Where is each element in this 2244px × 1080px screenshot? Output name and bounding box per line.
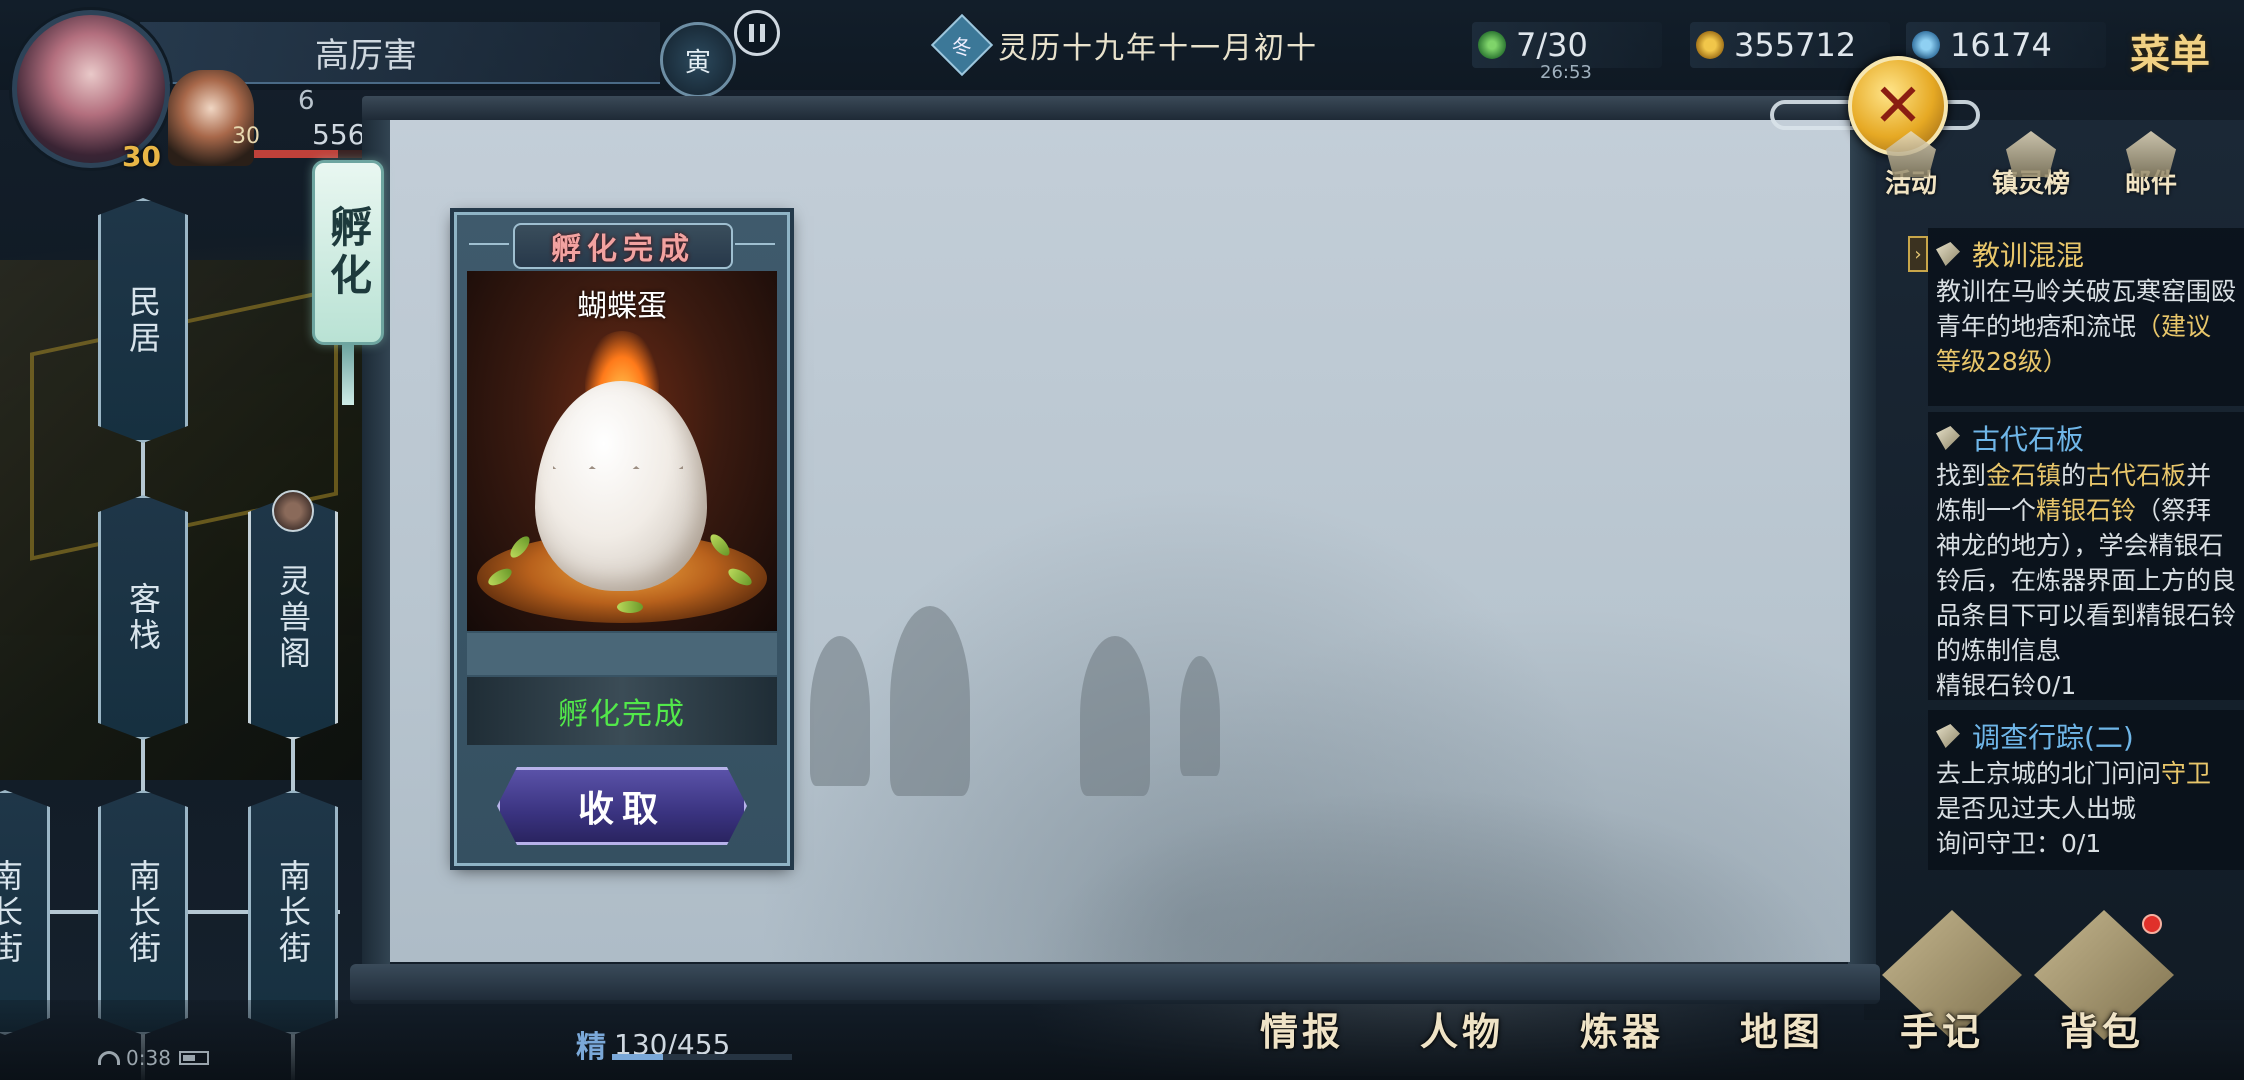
quest-description: 去上京城的北门问问守卫是否见过夫人出城 xyxy=(1936,759,2212,823)
stamina-timer: 26:53 xyxy=(1540,62,1592,83)
location-label: 南长街 xyxy=(124,858,162,967)
quest-item[interactable]: 古代石板 找到金石镇的古代石板并炼制一个精银石铃（祭拜神龙的地方），学会精银石铃… xyxy=(1928,412,2244,700)
ink-tree xyxy=(1080,636,1150,796)
quest-collapse-arrow[interactable]: › xyxy=(1908,236,1928,272)
location-minju[interactable]: 民居 xyxy=(98,198,188,443)
status-time: 0:38 xyxy=(126,1046,171,1070)
location-label: 客栈 xyxy=(124,581,162,654)
nav-forge[interactable]: 炼器 xyxy=(1569,998,1711,1058)
quest-progress: 精银石铃0/1 xyxy=(1936,671,2077,700)
quest-item[interactable]: 调查行踪(二) 去上京城的北门问问守卫是否见过夫人出城 询问守卫：0/1 xyxy=(1928,710,2244,870)
activity-icon xyxy=(1886,131,1936,177)
collect-button[interactable]: 收取 xyxy=(497,767,747,845)
notification-dot xyxy=(2142,914,2162,934)
collect-button-label: 收取 xyxy=(577,788,666,830)
tab-incubation-label: 孵化 xyxy=(323,204,373,301)
player-name: 高厉害 xyxy=(315,36,417,76)
quest-item[interactable]: 教训混混 教训在马岭关破瓦寒窑围殴青年的地痞和流氓（建议等级28级） xyxy=(1928,228,2244,406)
coin-icon xyxy=(1696,31,1724,59)
ranking-button[interactable]: 镇灵榜 xyxy=(1986,120,2076,200)
ink-tree xyxy=(890,606,970,796)
egg-icon xyxy=(535,381,707,591)
nav-bag[interactable]: 背包 xyxy=(2049,998,2191,1058)
hp-bar xyxy=(254,150,374,158)
activity-button[interactable]: 活动 xyxy=(1866,120,1956,200)
quest-icon xyxy=(1936,724,1960,748)
nav-notes[interactable]: 手记 xyxy=(1889,998,2031,1058)
scroll-rod-top xyxy=(362,96,1870,120)
map-connector xyxy=(141,440,145,500)
calendar-date: 冬 灵历十九年十一月初十 xyxy=(930,13,1318,77)
quest-progress: 询问守卫：0/1 xyxy=(1936,829,2102,858)
pause-button[interactable] xyxy=(734,10,780,56)
date-text: 灵历十九年十一月初十 xyxy=(998,31,1318,66)
quest-icon xyxy=(1936,426,1960,450)
stamina-value: 7/30 xyxy=(1516,26,1588,64)
npc-portrait-icon xyxy=(272,490,314,532)
hatch-status: 孵化完成 xyxy=(558,697,686,732)
location-nanchangjie-mid[interactable]: 南长街 xyxy=(98,790,188,1035)
location-label: 民居 xyxy=(124,284,162,357)
quest-icon xyxy=(1936,242,1960,266)
title-flourish xyxy=(735,243,775,245)
nav-map[interactable]: 地图 xyxy=(1729,998,1871,1058)
coins-value: 355712 xyxy=(1734,26,1857,64)
quest-title: 古代石板 xyxy=(1972,423,2085,456)
coins-counter[interactable]: 355712 xyxy=(1690,22,1890,68)
card-title: 孵化完成 xyxy=(551,232,695,267)
title-flourish xyxy=(469,243,509,245)
wifi-icon xyxy=(98,1051,120,1065)
pagoda-icon xyxy=(2006,131,2056,177)
battery-icon xyxy=(178,1051,209,1065)
spirit-stone-value: 16174 xyxy=(1950,26,2052,64)
location-nanchangjie-right[interactable]: 南长街 xyxy=(248,790,338,1035)
pet-egg-image: 蝴蝶蛋 xyxy=(467,271,777,631)
stamina-icon xyxy=(1478,31,1506,59)
device-status: 0:38 xyxy=(98,1046,209,1070)
location-label: 南长街 xyxy=(0,858,24,967)
quest-title: 调查行踪(二) xyxy=(1972,721,2134,754)
companion-level: 30 xyxy=(232,124,260,149)
quest-description: 找到金石镇的古代石板并炼制一个精银石铃（祭拜神龙的地方），学会精银石铃后，在炼器… xyxy=(1936,461,2237,665)
tab-incubation[interactable]: 孵化 xyxy=(312,160,384,345)
mail-icon xyxy=(2126,131,2176,177)
time-of-day-badge[interactable]: 寅 xyxy=(660,22,736,98)
season-icon: 冬 xyxy=(930,13,994,77)
companion-avatar[interactable] xyxy=(168,70,254,166)
pet-name: 蝴蝶蛋 xyxy=(577,289,667,324)
player-level: 30 xyxy=(122,140,161,173)
stat-value-partial: 6 xyxy=(298,86,315,116)
hp-value: 556 xyxy=(312,118,366,151)
map-connector xyxy=(291,736,295,796)
quest-description: 教训在马岭关破瓦寒窑围殴青年的地痞和流氓（建议等级28级） xyxy=(1936,277,2237,376)
essence-label: 精 xyxy=(576,1030,606,1065)
ink-tree xyxy=(1180,656,1220,776)
spirit-stone-counter[interactable]: 16174 xyxy=(1906,22,2106,68)
quest-title: 教训混混 xyxy=(1972,239,2085,272)
hatch-status-bar: 孵化完成 xyxy=(467,677,777,745)
card-title-bar: 孵化完成 xyxy=(513,223,733,269)
location-nanchangjie-left[interactable]: 南长街 xyxy=(0,790,50,1035)
spirit-stone-icon xyxy=(1912,31,1940,59)
location-kezhan[interactable]: 客栈 xyxy=(98,495,188,740)
map-connector xyxy=(141,736,145,796)
essence-bar xyxy=(612,1054,792,1060)
ink-tree xyxy=(810,636,870,786)
leaf-icon xyxy=(617,601,643,613)
location-label: 灵兽阁 xyxy=(274,563,312,672)
hatch-result-card: 孵化完成 蝴蝶蛋 孵化完成 收取 xyxy=(454,212,790,866)
nav-intel[interactable]: 情报 xyxy=(1249,998,1391,1058)
nav-characters[interactable]: 人物 xyxy=(1409,998,1551,1058)
location-label: 南长街 xyxy=(274,858,312,967)
menu-button[interactable]: 菜单 xyxy=(2130,22,2210,80)
mail-button[interactable]: 邮件 xyxy=(2106,120,2196,200)
card-divider xyxy=(467,633,777,675)
tab-tassel xyxy=(342,345,354,405)
